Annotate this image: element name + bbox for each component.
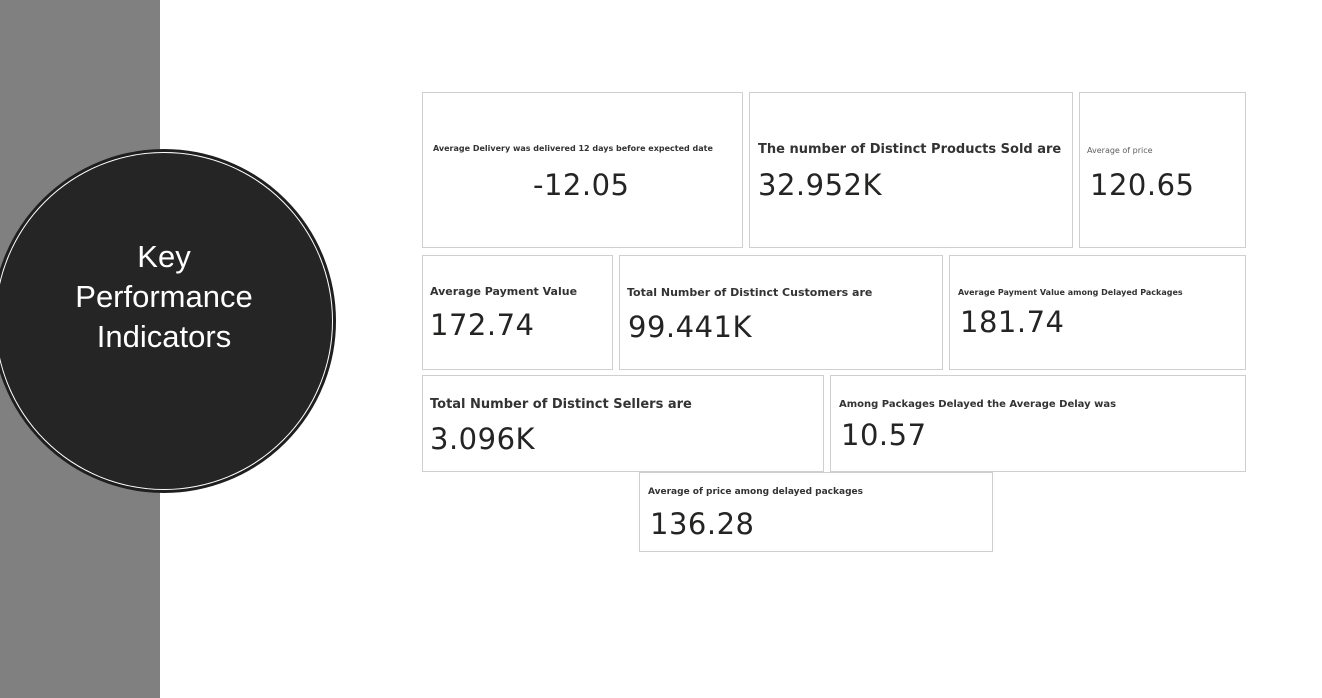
kpi-label: Average Payment Value — [430, 285, 578, 298]
kpi-label: Average Delivery was delivered 12 days b… — [433, 144, 713, 153]
kpi-card-avg-price-delayed[interactable]: Average of price among delayed packages … — [639, 472, 993, 552]
slide-title: Key Performance Indicators — [75, 239, 253, 354]
kpi-label: Average of price among delayed packages — [648, 487, 863, 497]
kpi-card-distinct-products[interactable]: The number of Distinct Products Sold are… — [749, 92, 1073, 248]
kpi-value: 181.74 — [960, 305, 1065, 339]
kpi-value: 32.952K — [758, 168, 882, 202]
kpi-label: Total Number of Distinct Customers are — [627, 286, 873, 299]
kpi-card-avg-payment-delayed[interactable]: Average Payment Value among Delayed Pack… — [949, 255, 1246, 370]
kpi-label: Among Packages Delayed the Average Delay… — [839, 399, 1117, 410]
kpi-label: The number of Distinct Products Sold are — [758, 142, 1062, 157]
kpi-card-avg-price[interactable]: Average of price 120.65 — [1079, 92, 1246, 248]
slide: Key Performance Indicators Average Deliv… — [0, 0, 1322, 698]
kpi-value: -12.05 — [533, 168, 630, 202]
title-circle: Key Performance Indicators — [0, 153, 332, 489]
kpi-value: 172.74 — [430, 308, 535, 342]
kpi-card-avg-delivery[interactable]: Average Delivery was delivered 12 days b… — [422, 92, 743, 248]
kpi-label: Average of price — [1087, 146, 1153, 155]
kpi-card-distinct-sellers[interactable]: Total Number of Distinct Sellers are 3.0… — [422, 375, 824, 472]
kpi-card-avg-payment[interactable]: Average Payment Value 172.74 — [422, 255, 613, 370]
kpi-value: 136.28 — [650, 507, 755, 541]
kpi-value: 99.441K — [628, 310, 752, 344]
kpi-card-avg-delay[interactable]: Among Packages Delayed the Average Delay… — [830, 375, 1246, 472]
kpi-label: Average Payment Value among Delayed Pack… — [958, 288, 1183, 297]
kpi-value: 10.57 — [841, 418, 927, 452]
kpi-card-distinct-customers[interactable]: Total Number of Distinct Customers are 9… — [619, 255, 943, 370]
kpi-label: Total Number of Distinct Sellers are — [430, 397, 692, 412]
kpi-value: 120.65 — [1090, 168, 1195, 202]
kpi-value: 3.096K — [430, 422, 536, 456]
